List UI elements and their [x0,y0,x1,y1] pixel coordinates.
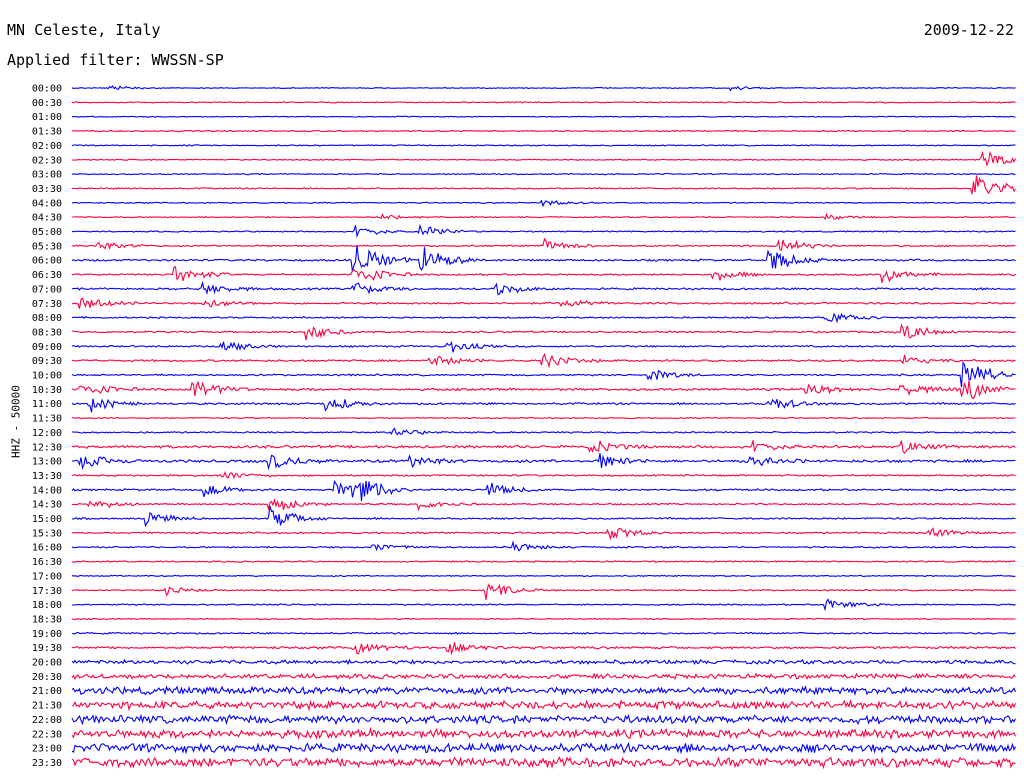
trace-line [71,84,1016,92]
trace-line [71,560,1016,563]
trace-line [71,617,1016,621]
time-tick-label: 07:30 [32,299,62,310]
time-tick-label: 18:30 [32,614,62,625]
time-tick-label: 00:30 [32,98,62,109]
trace-line [71,245,1016,272]
trace-line [71,713,1016,726]
time-tick-label: 16:30 [32,557,62,568]
time-tick-label: 21:30 [32,701,62,712]
time-tick-label: 08:00 [32,313,62,324]
trace-line [71,101,1016,104]
trace-line [71,398,1016,413]
trace-line [71,199,1016,208]
trace-line [71,658,1016,666]
time-tick-label: 10:30 [32,385,62,396]
trace-line [71,582,1016,600]
trace-line [71,527,1016,541]
trace-line [71,497,1016,512]
time-tick-label: 12:30 [32,442,62,453]
trace-line [71,440,1016,454]
trace-line [71,698,1017,712]
time-tick-label: 08:30 [32,327,62,338]
trace-line [71,540,1016,552]
trace-line [71,361,1016,388]
time-tick-label: 03:00 [32,170,62,181]
time-tick-label: 04:30 [32,213,62,224]
trace-line [71,427,1016,436]
time-tick-label: 22:30 [32,729,62,740]
time-tick-label: 23:30 [32,758,62,769]
trace-line [71,598,1016,612]
time-tick-label: 13:30 [32,471,62,482]
time-tick-label: 14:00 [32,485,62,496]
trace-line [71,223,1016,239]
trace-line [71,323,1016,341]
trace-line [71,574,1016,578]
trace-line [71,352,1016,369]
trace-line [71,380,1016,400]
time-tick-label: 07:00 [32,284,62,295]
trace-line [71,453,1016,471]
time-tick-label: 01:30 [32,127,62,138]
trace-line [71,150,1017,168]
time-tick-label: 20:00 [32,658,62,669]
trace-line [71,172,1016,176]
time-tick-label: 22:00 [32,715,62,726]
time-tick-label: 03:30 [32,184,62,195]
time-tick-label: 12:00 [32,428,62,439]
time-tick-label: 13:00 [32,457,62,468]
time-tick-label: 14:30 [32,500,62,511]
trace-line [71,237,1016,251]
time-tick-label: 09:30 [32,356,62,367]
trace-line [71,266,1016,283]
trace-line [71,755,1016,770]
time-tick-label: 10:00 [32,371,62,382]
trace-line [71,642,1016,656]
trace-line [71,115,1016,118]
time-tick-label: 05:30 [32,241,62,252]
time-tick-label: 17:30 [32,586,62,597]
time-tick-label: 19:00 [32,629,62,640]
trace-line [71,280,1016,296]
time-tick-label: 02:30 [32,155,62,166]
trace-line [71,741,1016,755]
time-tick-label: 09:00 [32,342,62,353]
time-tick-label: 06:30 [32,270,62,281]
trace-line [71,672,1016,681]
trace-line [71,212,1016,221]
time-tick-label: 16:00 [32,543,62,554]
time-tick-label: 01:00 [32,112,62,123]
trace-line [71,726,1017,741]
trace-line [71,312,1016,324]
trace-line [71,175,1016,195]
time-tick-label: 15:30 [32,528,62,539]
trace-line [71,685,1017,697]
trace-line [71,479,1016,501]
time-tick-label: 17:00 [32,571,62,582]
trace-line [71,129,1016,133]
time-tick-label: 04:00 [32,198,62,209]
seismogram-plot: 00:00 00:30 01:00 01:30 02:00 02:30 03:00 03:30… [32,84,1017,770]
time-tick-label: 06:00 [32,256,62,267]
time-tick-label: 23:00 [32,744,62,755]
trace-line [71,297,1016,309]
time-tick-label: 05:00 [32,227,62,238]
time-tick-label: 11:00 [32,399,62,410]
time-tick-label: 20:30 [32,672,62,683]
trace-line [71,631,1016,635]
time-tick-label: 02:00 [32,141,62,152]
trace-line [71,416,1016,420]
time-tick-label: 15:00 [32,514,62,525]
time-tick-label: 21:00 [32,686,62,697]
time-tick-label: 00:00 [32,84,62,95]
trace-line [71,470,1016,479]
trace-line [71,506,1016,528]
trace-line [71,340,1016,353]
time-tick-label: 18:00 [32,600,62,611]
trace-line [71,144,1016,147]
time-tick-label: 19:30 [32,643,62,654]
time-tick-label: 11:30 [32,414,62,425]
